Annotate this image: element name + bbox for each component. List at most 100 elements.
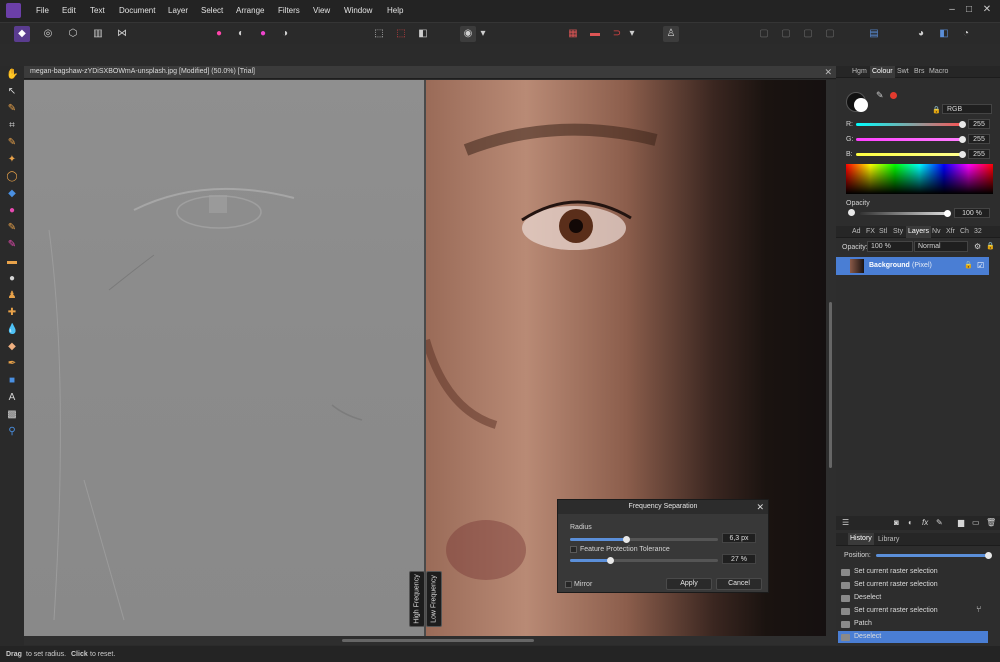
maximize-icon[interactable]: □	[962, 3, 976, 17]
red-slider-knob[interactable]	[959, 121, 966, 128]
text-tool-icon[interactable]: A	[6, 392, 18, 404]
selection-brush-icon[interactable]: ✎	[6, 137, 18, 149]
view-tool-icon[interactable]: ✋	[6, 69, 18, 81]
tab-history[interactable]: History	[848, 533, 874, 545]
snapping-icon[interactable]: ▬	[587, 26, 603, 42]
red-slider[interactable]	[856, 121, 966, 128]
layer-visibility-icon[interactable]: ☑	[977, 261, 984, 270]
tab-adjustments[interactable]: Ad	[852, 228, 861, 235]
cancel-button[interactable]: Cancel	[716, 578, 762, 590]
menu-window[interactable]: Window	[344, 6, 372, 15]
apply-button[interactable]: Apply	[666, 578, 712, 590]
layer-stack-icon[interactable]: ☰	[842, 518, 849, 527]
invert-selection-icon[interactable]: ◧	[415, 26, 431, 42]
green-value[interactable]: 255	[968, 134, 990, 144]
tab-styles[interactable]: Stl	[879, 228, 887, 235]
arrange-icon[interactable]: ▤	[866, 26, 882, 42]
radius-value[interactable]: 6,3 px	[722, 533, 756, 543]
assistant-icon[interactable]: ♙	[663, 26, 679, 42]
tab-histogram[interactable]: Hgm	[852, 68, 867, 75]
history-item[interactable]: Set current raster selection	[838, 566, 988, 578]
vertical-scroll-thumb[interactable]	[829, 302, 832, 468]
zoom-tool-icon[interactable]: ⚲	[6, 426, 18, 438]
paint-brush-icon[interactable]: ✎	[6, 222, 18, 234]
tab-32bit[interactable]: 32	[974, 228, 982, 235]
auto-levels-icon[interactable]: ●	[211, 26, 227, 42]
delete-layer-icon[interactable]: 🗑	[986, 518, 996, 527]
history-item[interactable]: Set current raster selection	[838, 605, 988, 617]
rectangle-tool-icon[interactable]: ■	[6, 375, 18, 387]
menu-select[interactable]: Select	[201, 6, 223, 15]
tab-channels[interactable]: Ch	[960, 228, 969, 235]
menu-text[interactable]: Text	[90, 6, 105, 15]
tab-transform[interactable]: Xfr	[946, 228, 955, 235]
color-replacement-icon[interactable]: ✎	[6, 239, 18, 251]
lock-icon[interactable]: 🔒	[932, 106, 941, 114]
menu-document[interactable]: Document	[119, 6, 155, 15]
colour-mode-select[interactable]: RGB	[942, 104, 992, 114]
document-tab[interactable]: megan-bagshaw-zYDiSXBOWmA-unsplash.jpg […	[24, 66, 836, 79]
studio-icon[interactable]: ◕	[913, 26, 929, 42]
history-item[interactable]: Patch	[838, 618, 988, 630]
flood-select-icon[interactable]: ✦	[6, 154, 18, 166]
menu-file[interactable]: File	[36, 6, 49, 15]
menu-filters[interactable]: Filters	[278, 6, 300, 15]
snapping-dropdown-icon[interactable]: ▾	[627, 26, 637, 42]
gradient-tool-icon[interactable]: ●	[6, 205, 18, 217]
tolerance-value[interactable]: 27 %	[722, 554, 756, 564]
layer-row-background[interactable]: Background (Pixel) 🔒 ☑	[836, 257, 989, 275]
tolerance-slider[interactable]	[570, 557, 718, 564]
vertical-scrollbar[interactable]	[826, 80, 836, 636]
add-layer-icon[interactable]: ▭	[972, 518, 980, 527]
mask-layer-icon[interactable]: ◙	[894, 518, 899, 527]
horizontal-scroll-thumb[interactable]	[342, 639, 534, 642]
smudge-brush-icon[interactable]: ◆	[6, 341, 18, 353]
history-item[interactable]: Set current raster selection	[838, 579, 988, 591]
secondary-colour-well[interactable]	[854, 98, 868, 112]
tab-navigator[interactable]: Nv	[932, 228, 941, 235]
red-value[interactable]: 255	[968, 119, 990, 129]
radius-slider-knob[interactable]	[623, 536, 631, 543]
opacity-slider[interactable]	[860, 210, 951, 217]
menu-edit[interactable]: Edit	[62, 6, 76, 15]
align-top-icon[interactable]: ▢	[822, 26, 838, 42]
pen-tool-icon[interactable]: ✒	[6, 358, 18, 370]
tab-fx[interactable]: FX	[866, 228, 875, 235]
tab-swatches[interactable]: Swt	[897, 68, 909, 75]
auto-colors-icon[interactable]: ●	[255, 26, 271, 42]
chevron-down-icon[interactable]: ▾	[478, 26, 488, 42]
align-left-icon[interactable]: ▢	[756, 26, 772, 42]
mesh-warp-icon[interactable]: ▩	[6, 409, 18, 421]
align-center-icon[interactable]: ▢	[778, 26, 794, 42]
develop-persona-icon[interactable]: ⬡	[65, 26, 81, 42]
menu-view[interactable]: View	[313, 6, 330, 15]
blue-value[interactable]: 255	[968, 149, 990, 159]
close-dialog-icon[interactable]: ✕	[756, 502, 764, 513]
feature-protection-checkbox[interactable]	[570, 546, 577, 553]
layer-effects-icon[interactable]: ✎	[936, 518, 943, 527]
history-position-slider[interactable]	[876, 552, 992, 559]
align-right-icon[interactable]: ▢	[800, 26, 816, 42]
tone-mapping-persona-icon[interactable]: ▥	[90, 26, 106, 42]
color-picker-icon[interactable]: ✎	[6, 103, 18, 115]
green-slider[interactable]	[856, 136, 966, 143]
menu-help[interactable]: Help	[387, 6, 403, 15]
tab-colour[interactable]: Colour	[870, 66, 895, 78]
move-tool-icon[interactable]: ↖	[6, 86, 18, 98]
tab-macro[interactable]: Macro	[929, 68, 948, 75]
eyedropper-icon[interactable]: ✎	[876, 90, 884, 101]
tolerance-slider-knob[interactable]	[606, 557, 614, 564]
high-frequency-preview[interactable]	[24, 80, 424, 636]
close-window-icon[interactable]: ✕	[980, 3, 994, 17]
history-position-knob[interactable]	[985, 552, 992, 559]
adjustment-layer-icon[interactable]: ◐	[908, 518, 913, 527]
dodge-brush-icon[interactable]: ●	[6, 273, 18, 285]
history-item[interactable]: Deselect	[838, 592, 988, 604]
marquee-select-icon[interactable]: ⬚	[371, 26, 387, 42]
marquee-tool-icon[interactable]: ◯	[6, 171, 18, 183]
menu-layer[interactable]: Layer	[168, 6, 188, 15]
flood-fill-icon[interactable]: ◆	[6, 188, 18, 200]
erase-brush-icon[interactable]: ▬	[6, 256, 18, 268]
layer-settings-icon[interactable]: ⚙	[974, 242, 981, 251]
grid-icon[interactable]: ▦	[565, 26, 581, 42]
